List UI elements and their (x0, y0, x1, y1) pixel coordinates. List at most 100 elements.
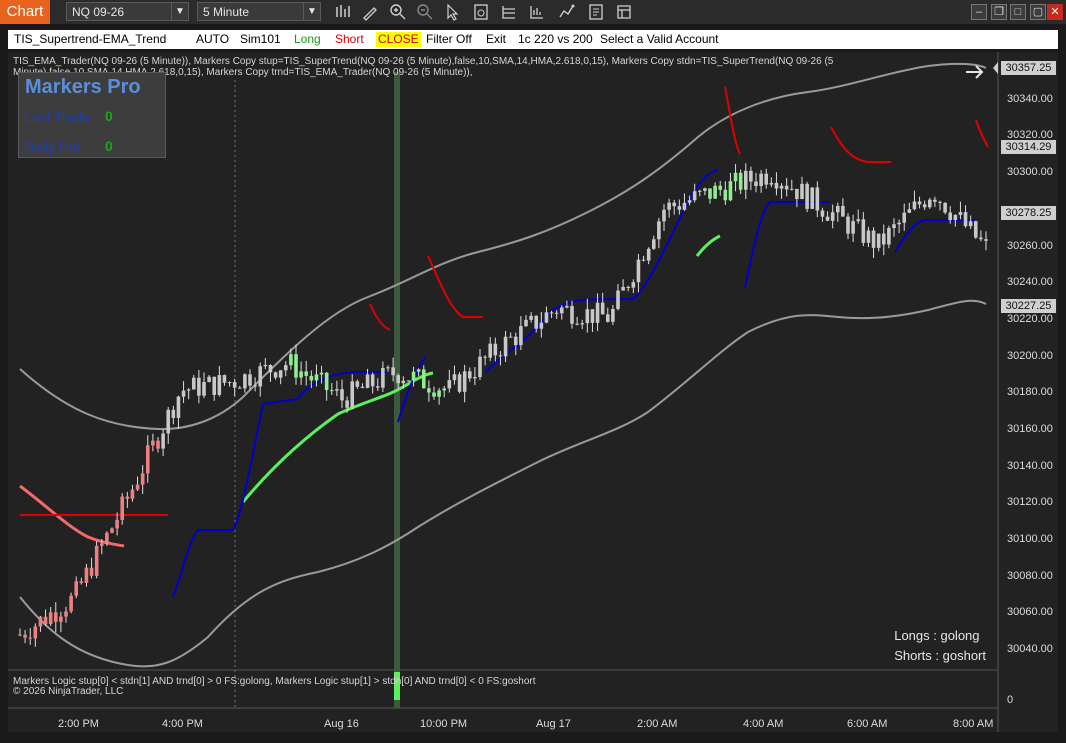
candle-body (897, 222, 901, 225)
zoom-out-icon[interactable] (416, 3, 434, 21)
candle-body (28, 637, 33, 639)
candle-body (38, 616, 43, 627)
chevron-down-icon[interactable]: ▼ (303, 3, 320, 20)
exit-button[interactable]: Exit (486, 30, 506, 49)
last-trade-label: Last Trade (24, 109, 91, 125)
candle-body (575, 323, 579, 325)
y-tick-label: 30340.00 (1007, 93, 1053, 105)
account-status[interactable]: Select a Valid Account (600, 30, 719, 49)
candle-body (345, 400, 349, 408)
candle-body (779, 185, 784, 189)
candle-body (498, 355, 503, 357)
candle-body (365, 374, 370, 388)
instrument-selector[interactable]: NQ 09-26 ▼ (66, 2, 189, 21)
candle-body (871, 230, 876, 248)
y-tick-label: 30040.00 (1007, 643, 1053, 655)
candle-body (447, 380, 452, 389)
ema-line-bull (241, 371, 434, 503)
candle-body (452, 374, 457, 381)
markers-pro-panel: Markers Pro Last Trade 0 Daily PnL 0 (18, 72, 166, 158)
candle-body (677, 206, 682, 210)
long-button[interactable]: Long (294, 30, 321, 49)
properties-icon[interactable] (587, 3, 605, 21)
candle-body (120, 496, 125, 520)
candle-body (754, 181, 758, 187)
candle-body (171, 409, 176, 418)
candle-body (161, 433, 165, 449)
candle-body (866, 230, 871, 243)
daily-pnl-label: Daily PnL (24, 139, 84, 155)
candle-body (529, 315, 533, 320)
candle-body (948, 212, 953, 221)
candle-body (135, 484, 140, 490)
candle-body (764, 173, 769, 185)
mode-button[interactable]: AUTO (196, 30, 229, 49)
candle-body (524, 319, 528, 327)
shorts-signal: Shorts : goshort (894, 648, 986, 663)
candle-body (370, 374, 375, 387)
candle-body (534, 315, 539, 329)
strategies-icon[interactable] (558, 3, 576, 21)
signal-legend: Longs : golong Shorts : goshort (894, 626, 986, 666)
maximize-icon[interactable]: □ (1010, 4, 1026, 20)
draw-pencil-icon[interactable] (361, 3, 379, 21)
markers-pro-title: Markers Pro (25, 76, 141, 98)
account-label[interactable]: Sim101 (240, 30, 281, 49)
pointer-icon[interactable] (443, 3, 461, 21)
candle-body (912, 201, 917, 210)
candle-body (861, 219, 866, 243)
strategy-bar: TIS_Supertrend-EMA_Trend AUTO Sim101 Lon… (8, 30, 1058, 49)
supertrend-up-2 (397, 356, 427, 423)
candle-body (641, 259, 646, 261)
chart-trader-icon[interactable] (500, 3, 518, 21)
price-tag-pointer (993, 62, 998, 74)
candle-body (350, 381, 355, 408)
daily-pnl-value: 0 (105, 138, 113, 154)
indicators-icon[interactable] (528, 3, 546, 21)
app-tab-chart[interactable]: Chart (0, 0, 50, 24)
chart-panel[interactable]: TIS_EMA_Trader(NQ 09-26 (5 Minute)), Mar… (8, 52, 1058, 732)
candle-body (605, 314, 610, 322)
candle-body (876, 233, 881, 248)
zoom-in-icon[interactable] (389, 3, 407, 21)
candle-body (892, 224, 896, 229)
candle-body (314, 374, 319, 381)
candle-body (329, 390, 334, 392)
candle-body (401, 380, 406, 384)
candle-body (565, 306, 569, 308)
restore-icon[interactable]: ❐ (991, 4, 1007, 20)
candle-body (820, 210, 825, 217)
candle-body (294, 354, 298, 378)
supertrend-down-4 (724, 86, 741, 155)
candle-body (340, 389, 344, 401)
interval-selector[interactable]: 5 Minute ▼ (197, 2, 321, 21)
close-button[interactable]: CLOSE (376, 32, 421, 47)
candle-body (478, 356, 482, 378)
short-button[interactable]: Short (335, 30, 364, 49)
window-square-icon[interactable]: ▢ (1030, 4, 1046, 20)
bar-style-icon[interactable] (334, 3, 352, 21)
candle-body (621, 286, 625, 291)
templates-icon[interactable] (615, 3, 633, 21)
candle-body (396, 375, 401, 384)
filter-button[interactable]: Filter Off (426, 30, 472, 49)
candle-body (927, 199, 932, 208)
candle-body (800, 183, 804, 200)
chevron-down-icon[interactable]: ▼ (171, 3, 188, 20)
candle-body (145, 445, 150, 474)
candle-body (513, 336, 518, 346)
close-icon[interactable]: ✕ (1047, 4, 1063, 20)
candle-body (130, 489, 135, 499)
candle-body (391, 367, 395, 376)
minimize-icon[interactable]: – (971, 4, 987, 20)
candle-body (723, 189, 728, 201)
y-tick-label: 30060.00 (1007, 606, 1053, 618)
candle-body (289, 354, 293, 366)
data-box-icon[interactable] (472, 3, 490, 21)
candle-body (53, 612, 58, 622)
candle-body (151, 440, 155, 446)
candle-body (784, 185, 789, 190)
candle-body (733, 172, 738, 182)
candle-body (48, 612, 53, 625)
candle-body (59, 616, 63, 622)
